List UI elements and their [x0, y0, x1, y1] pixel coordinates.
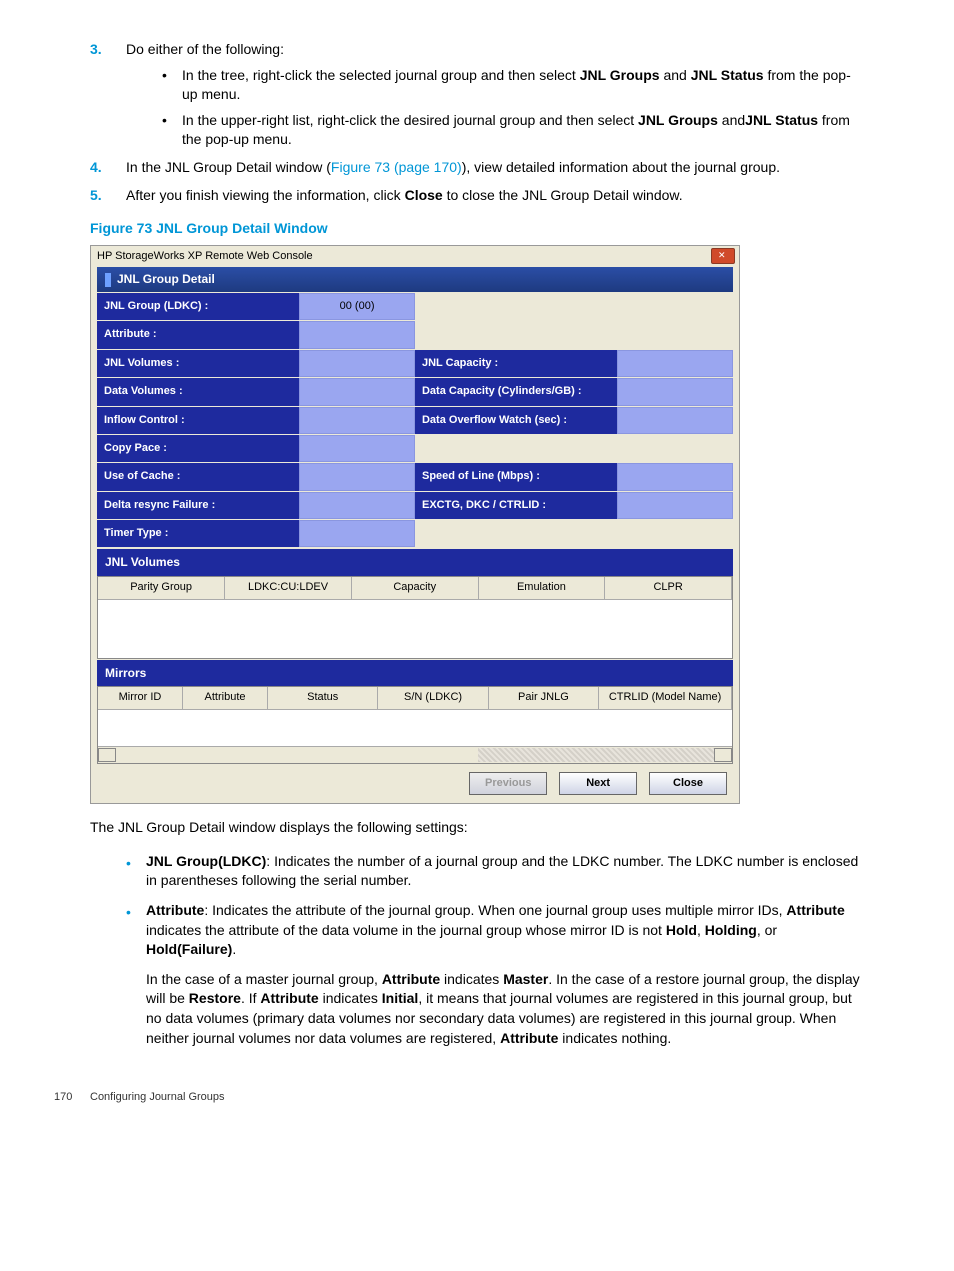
col-capacity[interactable]: Capacity — [351, 577, 478, 599]
value-exctg-dkc-ctrlid — [617, 492, 733, 519]
page-number: 170 — [54, 1090, 72, 1105]
button-row: Previous Next Close — [97, 764, 733, 797]
value-speed-of-line — [617, 463, 733, 490]
value-delta-resync-failure — [299, 492, 415, 519]
label-data-capacity: Data Capacity (Cylinders/GB) : — [415, 378, 617, 405]
mirrors-header: Mirrors — [97, 660, 733, 687]
value-timer-type — [299, 520, 415, 547]
figure-title: Figure 73 JNL Group Detail Window — [90, 219, 864, 239]
col-ldkc-cu-ldev[interactable]: LDKC:CU:LDEV — [225, 577, 352, 599]
value-data-capacity — [617, 378, 733, 405]
step-3-sub-1: In the tree, right-click the selected jo… — [154, 66, 864, 105]
value-jnl-capacity — [617, 350, 733, 377]
value-copy-pace — [299, 435, 415, 462]
step-3: 3. Do either of the following: In the tr… — [90, 40, 864, 150]
bullet-attribute: Attribute: Indicates the attribute of th… — [118, 901, 864, 1048]
label-use-of-cache: Use of Cache : — [97, 463, 299, 490]
value-data-volumes — [299, 378, 415, 405]
close-button[interactable]: Close — [649, 772, 727, 795]
bullet-jnl-group-ldkc: JNL Group(LDKC): Indicates the number of… — [118, 852, 864, 891]
label-timer-type: Timer Type : — [97, 520, 299, 547]
jnl-volumes-body — [98, 600, 732, 658]
label-copy-pace: Copy Pace : — [97, 435, 299, 462]
label-delta-resync-failure: Delta resync Failure : — [97, 492, 299, 519]
mirrors-table: Mirror ID Attribute Status S/N (LDKC) Pa… — [97, 686, 733, 763]
label-data-volumes: Data Volumes : — [97, 378, 299, 405]
scroll-right-icon[interactable] — [714, 748, 732, 762]
page-footer: 170 Configuring Journal Groups — [90, 1090, 864, 1105]
label-inflow-control: Inflow Control : — [97, 407, 299, 434]
col-parity-group[interactable]: Parity Group — [98, 577, 225, 599]
value-inflow-control — [299, 407, 415, 434]
after-figure-text: The JNL Group Detail window displays the… — [90, 818, 864, 838]
step-4: 4. In the JNL Group Detail window (Figur… — [90, 158, 864, 178]
label-speed-of-line: Speed of Line (Mbps) : — [415, 463, 617, 490]
col-emulation[interactable]: Emulation — [478, 577, 605, 599]
window-title: HP StorageWorks XP Remote Web Console — [97, 250, 313, 262]
step-3-text: Do either of the following: — [126, 41, 284, 57]
step-5-num: 5. — [90, 186, 102, 206]
col-ctrlid-model-name[interactable]: CTRLID (Model Name) — [599, 687, 732, 709]
col-clpr[interactable]: CLPR — [605, 577, 732, 599]
figure-link[interactable]: Figure 73 (page 170) — [331, 159, 462, 175]
step-3-sub-2: In the upper-right list, right-click the… — [154, 111, 864, 150]
next-button[interactable]: Next — [559, 772, 637, 795]
step-3-num: 3. — [90, 40, 102, 60]
col-attribute[interactable]: Attribute — [183, 687, 268, 709]
mirrors-scrollbar[interactable] — [98, 746, 732, 763]
window-titlebar: HP StorageWorks XP Remote Web Console — [91, 246, 739, 267]
label-jnl-capacity: JNL Capacity : — [415, 350, 617, 377]
close-icon[interactable] — [711, 248, 735, 264]
detail-header: JNL Group Detail — [97, 267, 733, 292]
label-jnl-group-ldkc: JNL Group (LDKC) : — [97, 293, 299, 320]
label-exctg-dkc-ctrlid: EXCTG, DKC / CTRLID : — [415, 492, 617, 519]
jnl-volumes-table: Parity Group LDKC:CU:LDEV Capacity Emula… — [97, 576, 733, 658]
label-attribute: Attribute : — [97, 321, 299, 348]
scroll-left-icon[interactable] — [98, 748, 116, 762]
value-jnl-volumes — [299, 350, 415, 377]
detail-table: JNL Group (LDKC) :00 (00) Attribute : JN… — [97, 292, 733, 549]
jnl-group-detail-window: HP StorageWorks XP Remote Web Console JN… — [90, 245, 740, 804]
col-status[interactable]: Status — [268, 687, 378, 709]
col-pair-jnlg[interactable]: Pair JNLG — [488, 687, 598, 709]
value-data-overflow-watch — [617, 407, 733, 434]
col-mirror-id[interactable]: Mirror ID — [98, 687, 183, 709]
step-4-num: 4. — [90, 158, 102, 178]
value-attribute — [299, 321, 415, 348]
label-jnl-volumes: JNL Volumes : — [97, 350, 299, 377]
jnl-volumes-header: JNL Volumes — [97, 549, 733, 576]
col-sn-ldkc[interactable]: S/N (LDKC) — [378, 687, 488, 709]
previous-button[interactable]: Previous — [469, 772, 547, 795]
scroll-thumb[interactable] — [478, 748, 714, 762]
step-5: 5. After you finish viewing the informat… — [90, 186, 864, 206]
label-data-overflow-watch: Data Overflow Watch (sec) : — [415, 407, 617, 434]
footer-section: Configuring Journal Groups — [90, 1091, 225, 1103]
mirrors-body — [98, 710, 732, 746]
value-use-of-cache — [299, 463, 415, 490]
value-jnl-group-ldkc: 00 (00) — [299, 293, 415, 320]
